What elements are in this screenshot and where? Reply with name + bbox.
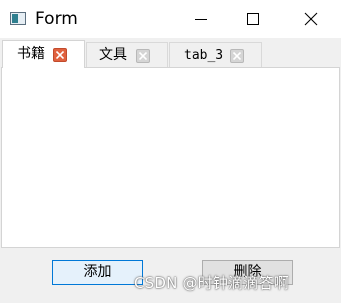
tab-label: 文具 — [99, 47, 127, 63]
tab-content-panel — [1, 67, 340, 248]
tab-3[interactable]: tab_3 — [169, 42, 262, 67]
maximize-icon — [247, 13, 259, 25]
tab-close-button[interactable] — [230, 49, 244, 63]
close-icon — [304, 12, 318, 26]
add-button[interactable]: 添加 — [52, 260, 143, 285]
title-bar: Form — [0, 0, 341, 38]
watermark: CSDN @时钟滴滴答啊 — [134, 274, 289, 292]
maximize-button[interactable] — [230, 0, 276, 38]
close-icon — [233, 52, 241, 60]
tab-label: tab_3 — [184, 48, 224, 63]
tab-close-button[interactable] — [53, 48, 67, 62]
app-window-icon — [10, 12, 26, 25]
close-icon — [139, 52, 147, 60]
minimize-button[interactable] — [178, 0, 224, 38]
window-title: Form — [35, 9, 78, 29]
tab-bar: 书籍 文具 tab_3 — [0, 38, 341, 68]
tab-close-button[interactable] — [136, 49, 150, 63]
tab-label: 书籍 — [17, 46, 45, 62]
tab-books[interactable]: 书籍 — [2, 40, 85, 68]
minimize-icon — [195, 19, 207, 20]
close-icon — [56, 51, 64, 59]
close-window-button[interactable] — [288, 0, 334, 38]
tab-stationery[interactable]: 文具 — [86, 42, 168, 67]
